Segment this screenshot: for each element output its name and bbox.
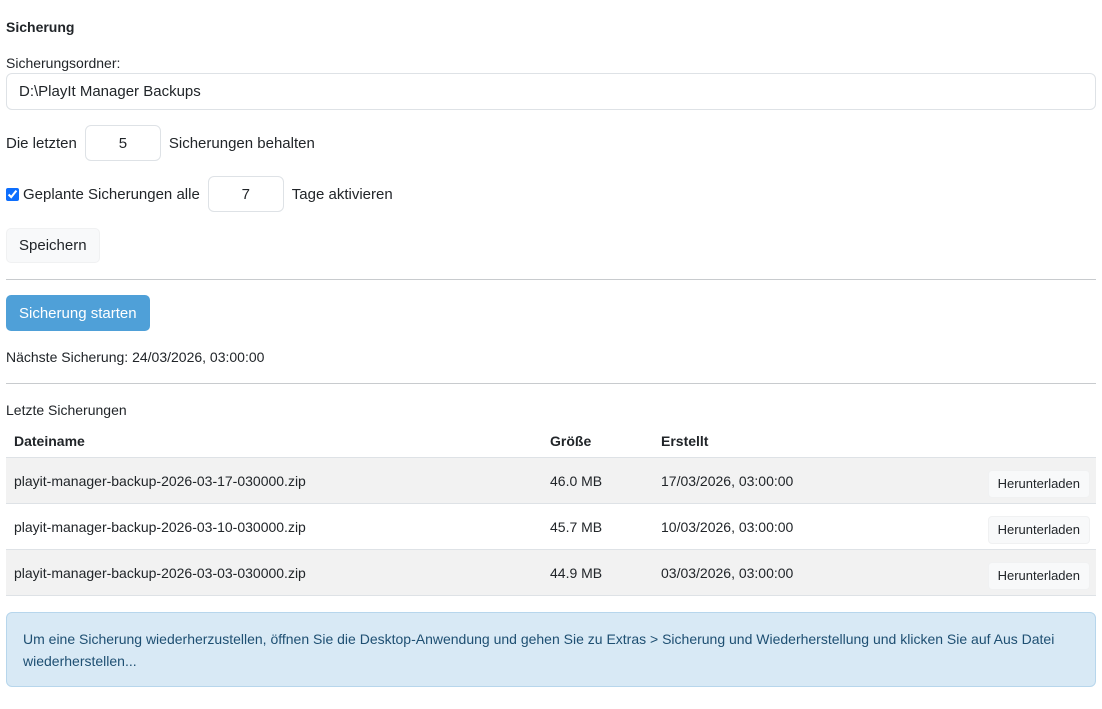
table-row: playit-manager-backup-2026-03-03-030000.…: [6, 549, 1096, 596]
schedule-days-input[interactable]: [207, 176, 284, 212]
schedule-suffix: Tage aktivieren: [291, 185, 393, 203]
divider: [6, 383, 1096, 384]
column-header-filename: Dateiname: [14, 432, 85, 449]
recent-backups-title: Letzte Sicherungen: [6, 402, 127, 418]
backup-size: 46.0 MB: [542, 457, 653, 504]
next-backup-text: Nächste Sicherung: 24/03/2026, 03:00:00: [6, 349, 265, 365]
backup-filename: playit-manager-backup-2026-03-17-030000.…: [6, 457, 542, 504]
schedule-row: Geplante Sicherungen alle Tage aktiviere…: [6, 176, 393, 212]
backups-table: Dateiname Größe Erstellt playit-manager-…: [6, 424, 1096, 596]
backup-settings-page: Sicherung Sicherungsordner: Die letzten …: [0, 0, 1102, 709]
backup-actions-cell: Herunterladen: [909, 549, 1096, 596]
backup-folder-label: Sicherungsordner:: [6, 55, 121, 71]
retention-count-input[interactable]: [84, 125, 161, 161]
column-header-actions: [909, 424, 1096, 458]
backup-filename: playit-manager-backup-2026-03-10-030000.…: [6, 503, 542, 550]
download-button[interactable]: Herunterladen: [987, 561, 1090, 590]
restore-info-alert: Um eine Sicherung wiederherzustellen, öf…: [6, 612, 1096, 687]
backup-actions-cell: Herunterladen: [909, 503, 1096, 550]
divider: [6, 279, 1096, 280]
start-backup-button[interactable]: Sicherung starten: [6, 295, 150, 331]
backup-created: 10/03/2026, 03:00:00: [653, 503, 909, 550]
save-button[interactable]: Speichern: [6, 228, 100, 263]
backup-actions-cell: Herunterladen: [909, 457, 1096, 504]
section-title: Sicherung: [6, 19, 75, 35]
backup-filename: playit-manager-backup-2026-03-03-030000.…: [6, 549, 542, 596]
table-header-row: Dateiname Größe Erstellt: [6, 424, 1096, 458]
schedule-checkbox[interactable]: [6, 187, 19, 201]
backup-size: 45.7 MB: [542, 503, 653, 550]
table-row: playit-manager-backup-2026-03-10-030000.…: [6, 503, 1096, 550]
backup-created: 03/03/2026, 03:00:00: [653, 549, 909, 596]
retention-suffix: Sicherungen behalten: [168, 134, 315, 152]
schedule-prefix[interactable]: Geplante Sicherungen alle: [23, 186, 200, 203]
column-header-created: Erstellt: [661, 432, 709, 449]
retention-row: Die letzten Sicherungen behalten: [6, 125, 315, 161]
download-button[interactable]: Herunterladen: [987, 515, 1090, 544]
retention-prefix: Die letzten: [6, 134, 77, 152]
backup-size: 44.9 MB: [542, 549, 653, 596]
backup-created: 17/03/2026, 03:00:00: [653, 457, 909, 504]
column-header-size: Größe: [550, 432, 592, 449]
backup-folder-input[interactable]: [6, 73, 1096, 110]
download-button[interactable]: Herunterladen: [987, 469, 1090, 498]
table-row: playit-manager-backup-2026-03-17-030000.…: [6, 457, 1096, 504]
